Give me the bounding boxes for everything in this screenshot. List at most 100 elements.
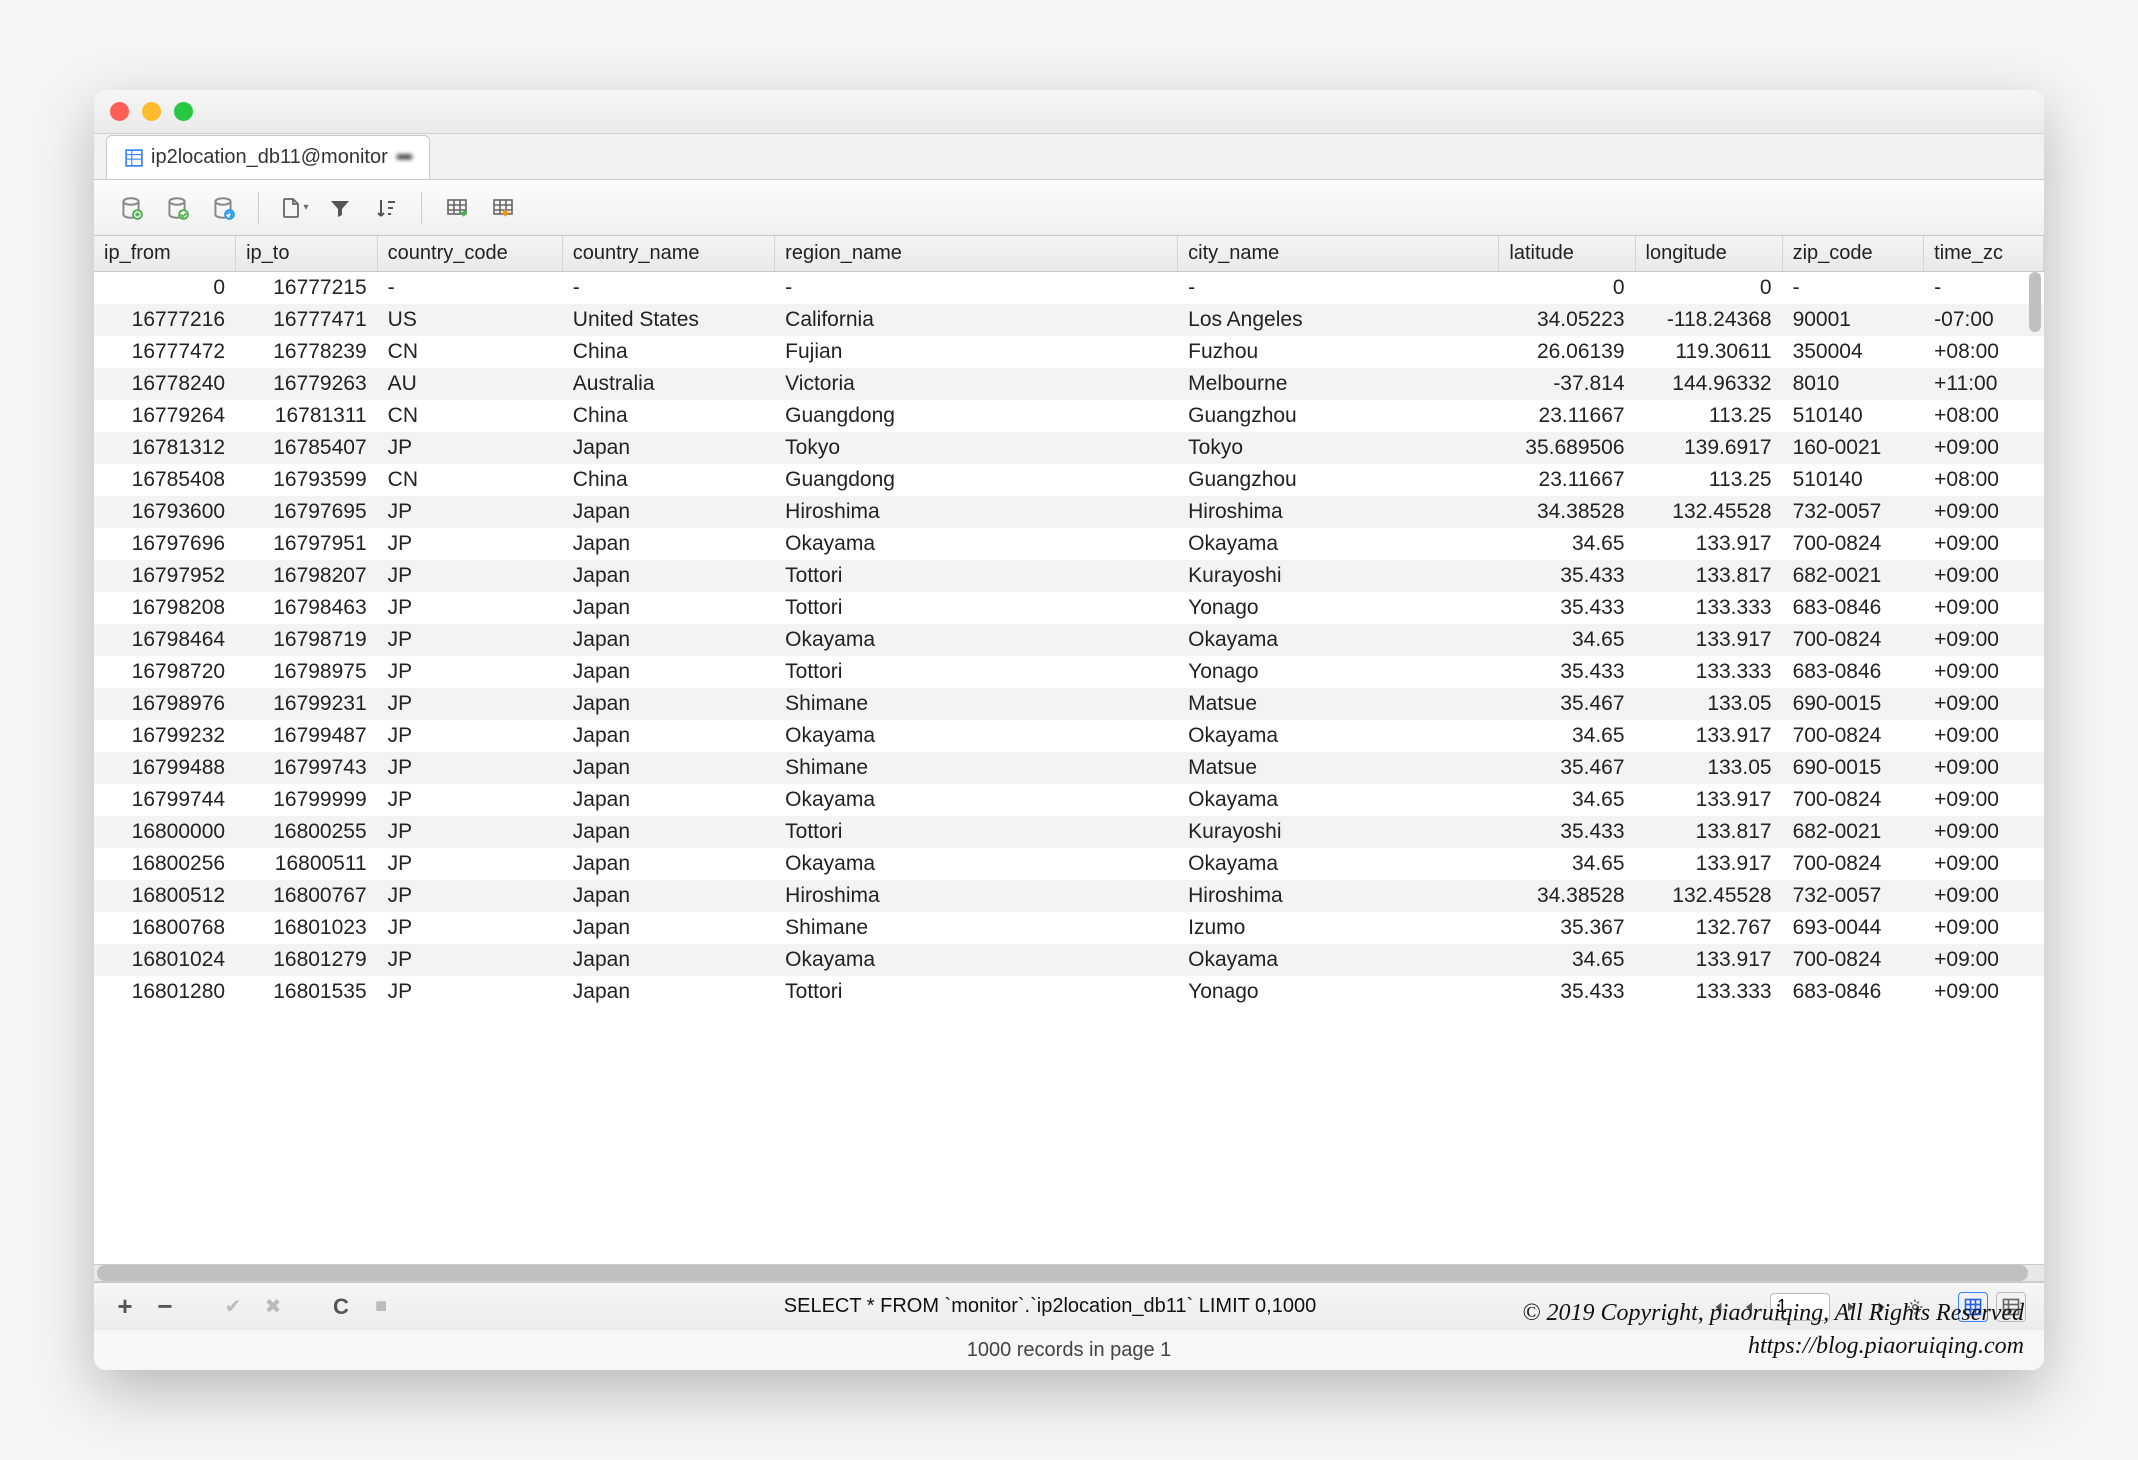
cell[interactable]: 16800511	[236, 848, 378, 880]
cell[interactable]: Okayama	[1178, 720, 1499, 752]
cell[interactable]: 683-0846	[1782, 976, 1924, 1008]
cell[interactable]: AU	[377, 368, 562, 400]
cell[interactable]: Japan	[562, 784, 774, 816]
cell[interactable]: 34.65	[1499, 720, 1635, 752]
table-row[interactable]: 1680128016801535JPJapanTottoriYonago35.4…	[94, 976, 2044, 1008]
table-row[interactable]: 1677721616777471USUnited StatesCaliforni…	[94, 304, 2044, 336]
cell[interactable]: Tottori	[775, 816, 1178, 848]
cell[interactable]: 16799744	[94, 784, 236, 816]
cell[interactable]: 133.917	[1635, 624, 1782, 656]
cell[interactable]: 133.05	[1635, 752, 1782, 784]
export-data-button[interactable]	[484, 189, 522, 227]
refresh-button[interactable]: C	[328, 1294, 354, 1320]
table-row[interactable]: 1678540816793599CNChinaGuangdongGuangzho…	[94, 464, 2044, 496]
cell[interactable]: 133.05	[1635, 688, 1782, 720]
cell[interactable]: +09:00	[1924, 688, 2044, 720]
cell[interactable]: 133.917	[1635, 784, 1782, 816]
cell[interactable]: 16798464	[94, 624, 236, 656]
cell[interactable]: Kurayoshi	[1178, 560, 1499, 592]
cell[interactable]: Fuzhou	[1178, 336, 1499, 368]
cell[interactable]: 16800000	[94, 816, 236, 848]
cell[interactable]: 16793600	[94, 496, 236, 528]
table-row[interactable]: 016777215----00--	[94, 272, 2044, 305]
cell[interactable]: 16799231	[236, 688, 378, 720]
table-row[interactable]: 1680102416801279JPJapanOkayamaOkayama34.…	[94, 944, 2044, 976]
cell[interactable]: JP	[377, 624, 562, 656]
cell[interactable]: 682-0021	[1782, 560, 1924, 592]
column-header-longitude[interactable]: longitude	[1635, 236, 1782, 272]
cell[interactable]: 133.817	[1635, 816, 1782, 848]
cell[interactable]: 160-0021	[1782, 432, 1924, 464]
cell[interactable]: 16800768	[94, 912, 236, 944]
cell[interactable]: Japan	[562, 912, 774, 944]
cell[interactable]: 700-0824	[1782, 848, 1924, 880]
cell[interactable]: 35.433	[1499, 976, 1635, 1008]
cell[interactable]: 16799999	[236, 784, 378, 816]
cell[interactable]: 144.96332	[1635, 368, 1782, 400]
apply-changes-button[interactable]: ✔	[220, 1294, 246, 1320]
cell[interactable]: 132.45528	[1635, 496, 1782, 528]
cell[interactable]: Izumo	[1178, 912, 1499, 944]
table-row[interactable]: 1679820816798463JPJapanTottoriYonago35.4…	[94, 592, 2044, 624]
cell[interactable]: JP	[377, 848, 562, 880]
vertical-scrollbar[interactable]	[2029, 272, 2041, 332]
table-row[interactable]: 1677926416781311CNChinaGuangdongGuangzho…	[94, 400, 2044, 432]
cell[interactable]: Okayama	[1178, 624, 1499, 656]
begin-transaction-button[interactable]	[112, 189, 150, 227]
table-row[interactable]: 1677747216778239CNChinaFujianFuzhou26.06…	[94, 336, 2044, 368]
cell[interactable]: -118.24368	[1635, 304, 1782, 336]
cell[interactable]: 34.65	[1499, 624, 1635, 656]
cell[interactable]: Tottori	[775, 592, 1178, 624]
cell[interactable]: Japan	[562, 592, 774, 624]
cell[interactable]: Japan	[562, 656, 774, 688]
table-row[interactable]: 1679846416798719JPJapanOkayamaOkayama34.…	[94, 624, 2044, 656]
column-header-ip_to[interactable]: ip_to	[236, 236, 378, 272]
column-header-zip_code[interactable]: zip_code	[1782, 236, 1924, 272]
column-header-city_name[interactable]: city_name	[1178, 236, 1499, 272]
table-row[interactable]: 1679795216798207JPJapanTottoriKurayoshi3…	[94, 560, 2044, 592]
table-row[interactable]: 1679923216799487JPJapanOkayamaOkayama34.…	[94, 720, 2044, 752]
cell[interactable]: 16777215	[236, 272, 378, 305]
cell[interactable]: 16798719	[236, 624, 378, 656]
cell[interactable]: +09:00	[1924, 656, 2044, 688]
cell[interactable]: 26.06139	[1499, 336, 1635, 368]
cell[interactable]: 35.433	[1499, 656, 1635, 688]
cell[interactable]: JP	[377, 976, 562, 1008]
cell[interactable]: Okayama	[1178, 848, 1499, 880]
cell[interactable]: Kurayoshi	[1178, 816, 1499, 848]
cell[interactable]: +08:00	[1924, 400, 2044, 432]
cell[interactable]: Yonago	[1178, 656, 1499, 688]
cell[interactable]: 16800256	[94, 848, 236, 880]
cell[interactable]: Japan	[562, 560, 774, 592]
cell[interactable]: Japan	[562, 976, 774, 1008]
cell[interactable]: CN	[377, 400, 562, 432]
cell[interactable]: 16777471	[236, 304, 378, 336]
cell[interactable]: 693-0044	[1782, 912, 1924, 944]
cell[interactable]: -	[562, 272, 774, 305]
cell[interactable]: JP	[377, 816, 562, 848]
cell[interactable]: 133.333	[1635, 976, 1782, 1008]
column-header-region_name[interactable]: region_name	[775, 236, 1178, 272]
cell[interactable]: China	[562, 336, 774, 368]
cell[interactable]: China	[562, 400, 774, 432]
stop-button[interactable]: ■	[368, 1294, 394, 1320]
cell[interactable]: +08:00	[1924, 464, 2044, 496]
cell[interactable]: -	[1924, 272, 2044, 305]
cell[interactable]: +09:00	[1924, 784, 2044, 816]
sort-button[interactable]	[367, 189, 405, 227]
cell[interactable]: Guangdong	[775, 400, 1178, 432]
cell[interactable]: 35.433	[1499, 816, 1635, 848]
cell[interactable]: +09:00	[1924, 848, 2044, 880]
cell[interactable]: Matsue	[1178, 688, 1499, 720]
cell[interactable]: 16781312	[94, 432, 236, 464]
cell[interactable]: 34.38528	[1499, 880, 1635, 912]
cell[interactable]: US	[377, 304, 562, 336]
cell[interactable]: JP	[377, 592, 562, 624]
cell[interactable]: JP	[377, 720, 562, 752]
cell[interactable]: 34.38528	[1499, 496, 1635, 528]
commit-button[interactable]	[158, 189, 196, 227]
cell[interactable]: -37.814	[1499, 368, 1635, 400]
cell[interactable]: 700-0824	[1782, 784, 1924, 816]
cell[interactable]: +09:00	[1924, 912, 2044, 944]
cell[interactable]: -	[377, 272, 562, 305]
